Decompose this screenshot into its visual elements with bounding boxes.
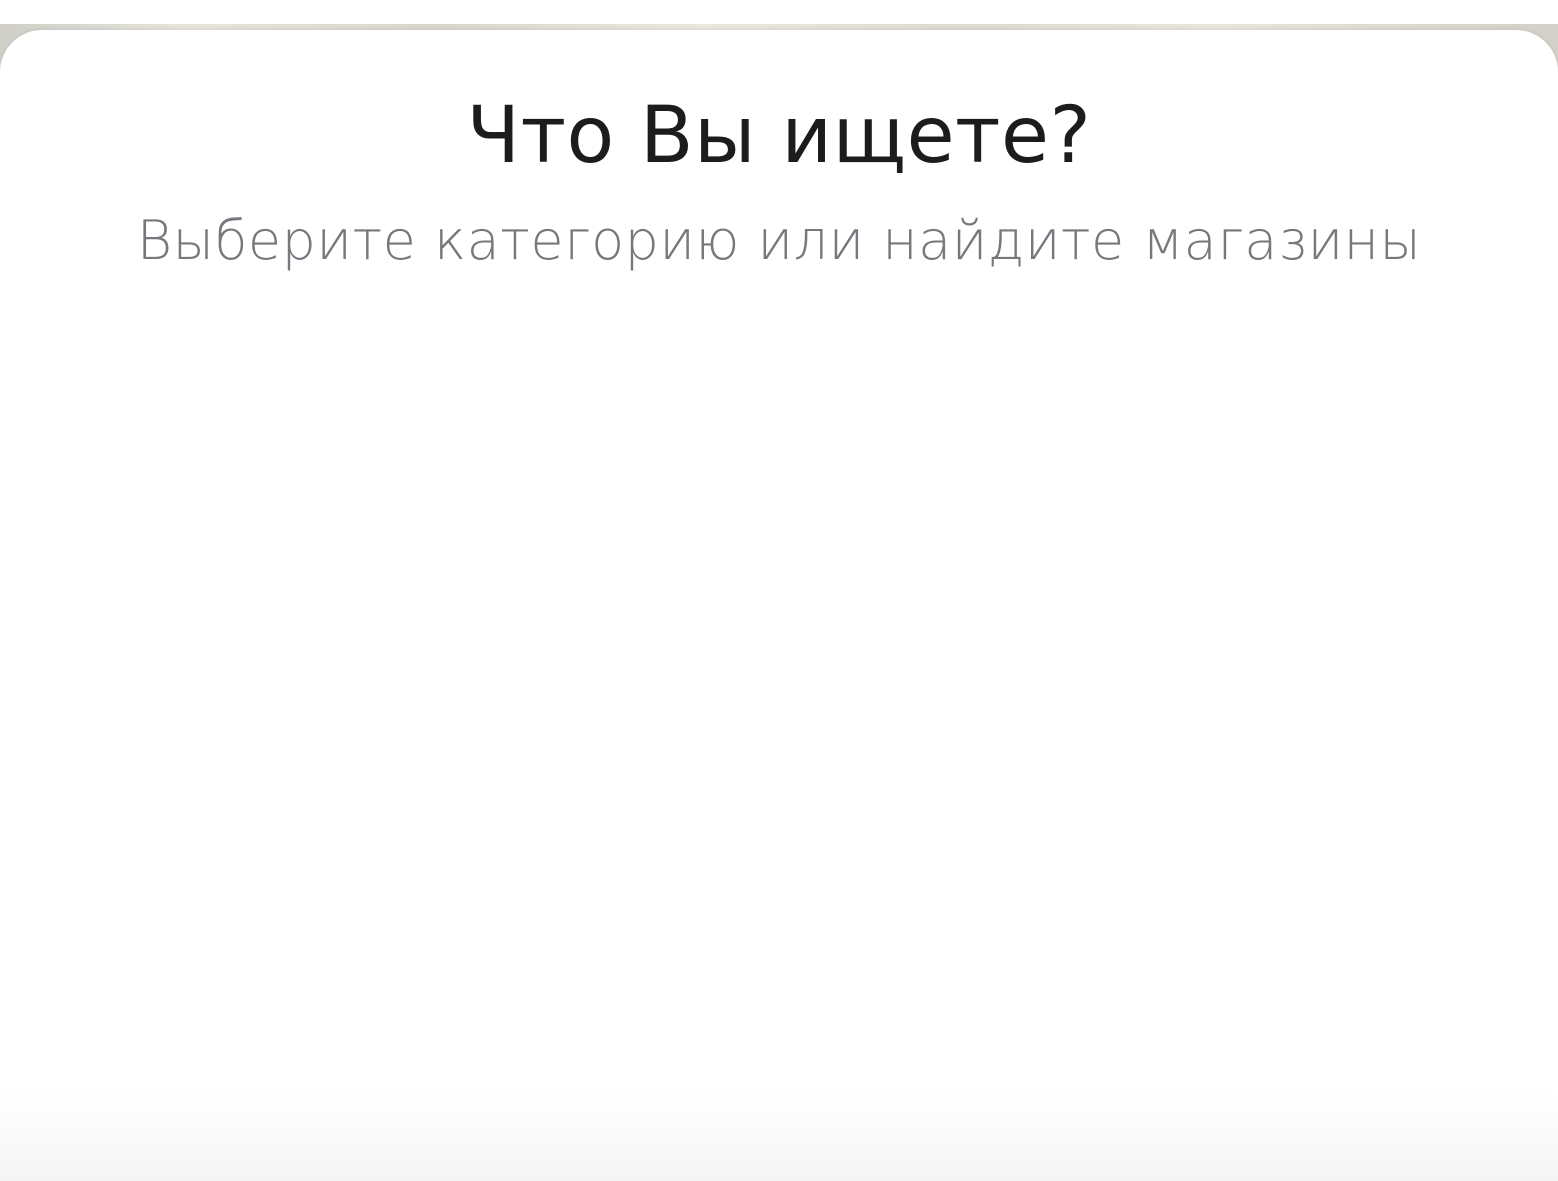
bottom-fade <box>0 1141 1558 1181</box>
modal-subtitle: Выберите категорию или найдите магазины <box>136 209 1422 272</box>
modal-title: Что Вы ищете? <box>466 91 1092 181</box>
status-strip <box>0 0 1558 26</box>
bottom-sheet-modal <box>0 30 1558 1181</box>
